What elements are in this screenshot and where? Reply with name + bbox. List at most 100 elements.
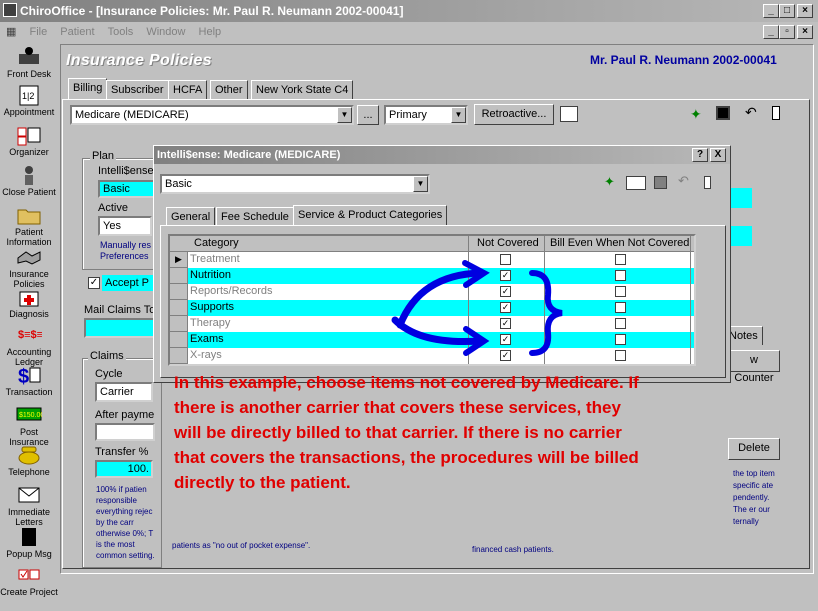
tab-hcfa[interactable]: HCFA (168, 80, 208, 99)
sidebar-item-post-insurance[interactable]: $150.00 Post Insurance (0, 404, 58, 447)
dialog-tab-service-product-categories[interactable]: Service & Product Categories (293, 205, 448, 226)
child-restore-button[interactable]: ▫ (779, 25, 795, 39)
financed-note: financed cash patients. (472, 545, 554, 554)
bill-even-checkbox[interactable] (615, 302, 626, 313)
tab-new-york-state-c4[interactable]: New York State C4 (251, 80, 354, 99)
svg-text:1|2: 1|2 (22, 91, 34, 101)
counter-button[interactable]: w Counter (728, 350, 780, 384)
close-button[interactable]: × (797, 4, 813, 18)
row-category: Reports/Records (190, 285, 273, 297)
new-record-icon[interactable]: ✦ (690, 106, 702, 123)
row-category: X-rays (190, 349, 222, 361)
priority-select[interactable]: Primary ▼ (384, 105, 468, 125)
ledger-icon: $≡$≡ (18, 329, 42, 341)
sidebar-item-organizer[interactable]: Organizer (0, 124, 58, 157)
delete-button[interactable]: Delete (728, 438, 780, 460)
dialog-new-icon[interactable]: ✦ (604, 174, 615, 190)
sidebar-item-close-patient[interactable]: Close Patient (0, 164, 58, 197)
sidebar-label: Appointment (3, 107, 55, 117)
row-indicator: ▶ (170, 252, 188, 268)
menu-icon[interactable]: ▦ (6, 26, 16, 38)
row-indicator (170, 268, 188, 284)
after-payment-field[interactable] (95, 423, 155, 441)
right-field-2[interactable] (730, 226, 752, 246)
maximize-button[interactable]: □ (779, 4, 795, 18)
save-icon[interactable] (716, 106, 730, 120)
sidebar-label: Diagnosis (9, 309, 49, 319)
menu-window[interactable]: Window (146, 26, 185, 38)
sidebar-item-immediate-letters[interactable]: Immediate Letters (0, 484, 58, 527)
sidebar-item-insurance-policies[interactable]: Insurance Policies (0, 246, 58, 289)
carrier-browse-button[interactable]: ... (357, 105, 379, 125)
claims-label: Claims (88, 350, 126, 362)
mail-claims-label: Mail Claims To (84, 304, 156, 316)
organizer-icon (17, 127, 41, 146)
sidebar-label: Popup Msg (6, 549, 52, 559)
bill-even-checkbox[interactable] (615, 270, 626, 281)
annotation-arrows (391, 260, 563, 356)
trash-icon[interactable] (772, 106, 780, 120)
sidebar-label: Transaction (5, 387, 53, 397)
sidebar-item-patient-information[interactable]: Patient Information (0, 204, 58, 247)
accept-checkbox[interactable]: ✓ (88, 277, 100, 289)
dialog-plan-select[interactable]: Basic ▼ (160, 174, 430, 194)
column-bill-even: Bill Even When Not Covered (550, 237, 690, 249)
sidebar-label: Patient Information (6, 227, 52, 247)
minimize-button[interactable]: _ (763, 4, 779, 18)
mail-claims-field[interactable] (84, 318, 158, 338)
sidebar-item-diagnosis[interactable]: Diagnosis (0, 286, 58, 319)
transfer-field[interactable]: 100. (95, 460, 153, 478)
sidebar-item-create-project[interactable]: Create Project (0, 564, 58, 597)
dialog-close-button[interactable]: X (710, 148, 726, 162)
bill-even-checkbox[interactable] (615, 318, 626, 329)
row-category: Therapy (190, 317, 231, 329)
right-field-1[interactable] (730, 188, 752, 208)
sidebar-item-front-desk[interactable]: Front Desk (0, 46, 58, 79)
bill-even-checkbox[interactable] (615, 350, 626, 361)
child-minimize-button[interactable]: _ (763, 25, 779, 39)
undo-icon[interactable]: ↶ (745, 104, 757, 121)
transfer-label: Transfer % (95, 446, 149, 458)
menu-tools[interactable]: Tools (108, 26, 134, 38)
cycle-select[interactable]: Carrier (95, 382, 153, 402)
child-close-button[interactable]: × (797, 25, 813, 39)
column-not-covered: Not Covered (477, 237, 539, 249)
dialog-tab-general[interactable]: General (166, 207, 216, 226)
menu-patient[interactable]: Patient (60, 26, 94, 38)
sidebar-item-transaction[interactable]: $ Transaction (0, 364, 58, 397)
retroactive-button[interactable]: Retroactive... (474, 104, 554, 125)
sidebar-item-appointment[interactable]: 1|2 Appointment (0, 84, 58, 117)
accept-label: Accept P (102, 275, 156, 291)
dialog-tab-fee-schedule[interactable]: Fee Schedule (216, 207, 294, 226)
bill-even-checkbox[interactable] (615, 254, 626, 265)
sidebar-item-popup-msg[interactable]: Popup Msg (0, 526, 58, 559)
brace-icon (529, 270, 563, 356)
sidebar-label: Organizer (9, 147, 49, 157)
carrier-select[interactable]: Medicare (MEDICARE) ▼ (70, 105, 354, 125)
menu-help[interactable]: Help (199, 26, 222, 38)
intellisense-field[interactable]: Basic (98, 180, 156, 198)
intellisense-label: Intelli$ense (98, 165, 154, 177)
sidebar-item-accounting-ledger[interactable]: $≡$≡ Accounting Ledger (0, 324, 58, 367)
sidebar-label: Immediate Letters (7, 507, 51, 527)
sidebar-item-telephone[interactable]: Telephone (0, 444, 58, 477)
window-title-bar: ChiroOffice - [Insurance Policies: Mr. P… (0, 0, 818, 22)
dialog-undo-icon[interactable]: ↶ (678, 173, 689, 189)
tab-billing[interactable]: Billing (68, 78, 108, 99)
dialog-book-icon[interactable] (626, 176, 646, 190)
tab-other[interactable]: Other (210, 80, 248, 99)
bill-even-checkbox[interactable] (615, 286, 626, 297)
row-indicator (170, 284, 188, 300)
bill-even-checkbox[interactable] (615, 334, 626, 345)
tab-subscriber[interactable]: Subscriber (106, 80, 169, 99)
plan-label: Plan (90, 150, 117, 162)
dialog-trash-icon[interactable] (704, 176, 711, 189)
post-icon: $150.00 (16, 407, 42, 421)
book-icon[interactable] (560, 106, 578, 122)
row-category: Exams (190, 333, 224, 345)
grid-header: Category Not Covered Bill Even When Not … (170, 236, 694, 252)
dialog-save-icon[interactable] (654, 176, 667, 189)
dialog-help-button[interactable]: ? (692, 148, 708, 162)
menu-file[interactable]: File (29, 26, 47, 38)
active-select[interactable]: Yes (98, 216, 152, 236)
